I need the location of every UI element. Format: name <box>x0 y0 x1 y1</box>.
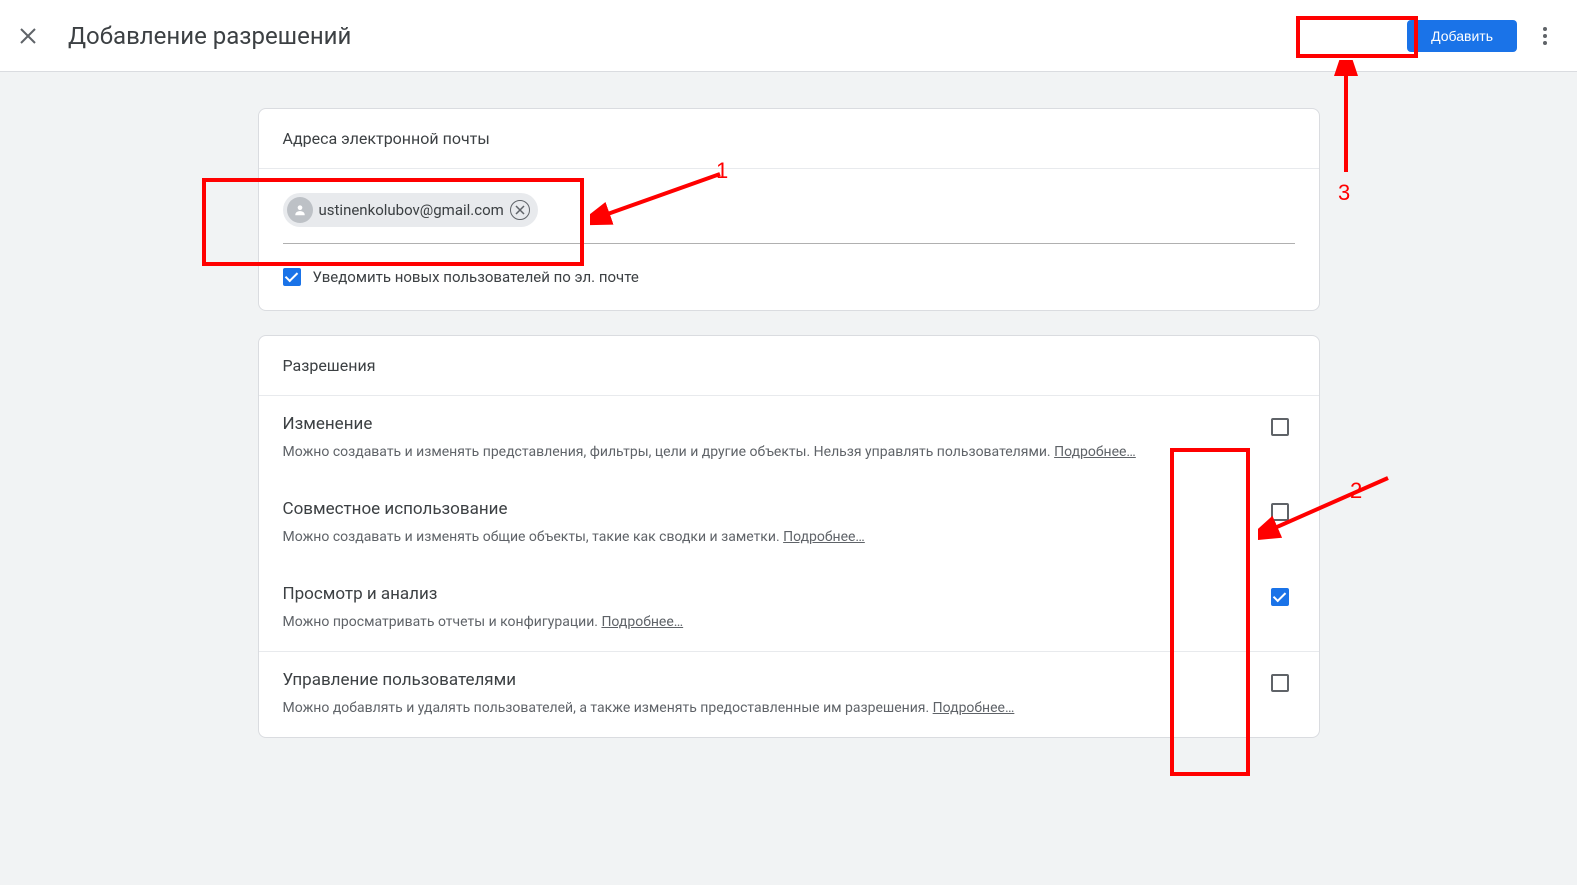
permission-title: Управление пользователями <box>283 670 1231 690</box>
annotation-label-3: 3 <box>1338 180 1350 206</box>
email-card-body: ustinenkolubov@gmail.com Уведомить новых… <box>259 169 1319 310</box>
annotation-label-2: 2 <box>1350 478 1362 504</box>
annotation-arrow-3 <box>1316 60 1376 180</box>
add-button[interactable]: Добавить <box>1407 20 1517 52</box>
permission-checkbox[interactable] <box>1271 588 1289 606</box>
permission-text: Управление пользователями Можно добавлят… <box>283 670 1231 719</box>
permission-desc: Можно добавлять и удалять пользователей,… <box>283 698 1231 719</box>
learn-more-link[interactable]: Подробнее… <box>601 614 683 630</box>
chip-email-text: ustinenkolubov@gmail.com <box>319 201 504 219</box>
permission-title: Изменение <box>283 414 1231 434</box>
notify-checkbox[interactable] <box>283 268 301 286</box>
header-left: Добавление разрешений <box>16 22 351 50</box>
permission-desc: Можно создавать и изменять представления… <box>283 442 1231 463</box>
permission-checkbox[interactable] <box>1271 418 1289 436</box>
avatar-icon <box>287 197 313 223</box>
page-title: Добавление разрешений <box>68 22 351 50</box>
permission-row: Изменение Можно создавать и изменять пре… <box>259 396 1319 481</box>
permission-text: Изменение Можно создавать и изменять пре… <box>283 414 1231 463</box>
content: Адреса электронной почты ustinenkolubov@… <box>258 108 1320 738</box>
learn-more-link[interactable]: Подробнее… <box>783 529 865 545</box>
permission-text: Совместное использование Можно создавать… <box>283 499 1231 548</box>
permission-desc: Можно просматривать отчеты и конфигураци… <box>283 612 1231 633</box>
permission-row: Управление пользователями Можно добавлят… <box>259 651 1319 737</box>
permission-desc: Можно создавать и изменять общие объекты… <box>283 527 1231 548</box>
permissions-card: Разрешения Изменение Можно создавать и и… <box>258 335 1320 738</box>
permission-checkbox[interactable] <box>1271 503 1289 521</box>
permission-checkbox-col <box>1271 414 1295 436</box>
learn-more-link[interactable]: Подробнее… <box>1054 444 1136 460</box>
notify-row[interactable]: Уведомить новых пользователей по эл. поч… <box>283 268 1295 286</box>
permission-checkbox-col <box>1271 584 1295 606</box>
email-chip[interactable]: ustinenkolubov@gmail.com <box>283 193 538 227</box>
permission-title: Просмотр и анализ <box>283 584 1231 604</box>
header-right: Добавить <box>1407 20 1557 52</box>
permission-text: Просмотр и анализ Можно просматривать от… <box>283 584 1231 633</box>
chip-remove-icon[interactable] <box>510 200 530 220</box>
more-vert-icon[interactable] <box>1533 24 1557 48</box>
permission-title: Совместное использование <box>283 499 1231 519</box>
email-card-title: Адреса электронной почты <box>259 109 1319 169</box>
close-icon[interactable] <box>16 24 40 48</box>
email-card: Адреса электронной почты ustinenkolubov@… <box>258 108 1320 311</box>
permission-checkbox[interactable] <box>1271 674 1289 692</box>
permissions-card-title: Разрешения <box>259 336 1319 396</box>
modal-header: Добавление разрешений Добавить <box>0 0 1577 72</box>
learn-more-link[interactable]: Подробнее… <box>933 700 1015 716</box>
notify-label: Уведомить новых пользователей по эл. поч… <box>313 268 639 286</box>
permission-checkbox-col <box>1271 499 1295 521</box>
email-chip-row[interactable]: ustinenkolubov@gmail.com <box>283 169 1295 244</box>
permission-row: Совместное использование Можно создавать… <box>259 481 1319 566</box>
permissions-list: Изменение Можно создавать и изменять пре… <box>259 396 1319 737</box>
permission-row: Просмотр и анализ Можно просматривать от… <box>259 566 1319 651</box>
permission-checkbox-col <box>1271 670 1295 692</box>
